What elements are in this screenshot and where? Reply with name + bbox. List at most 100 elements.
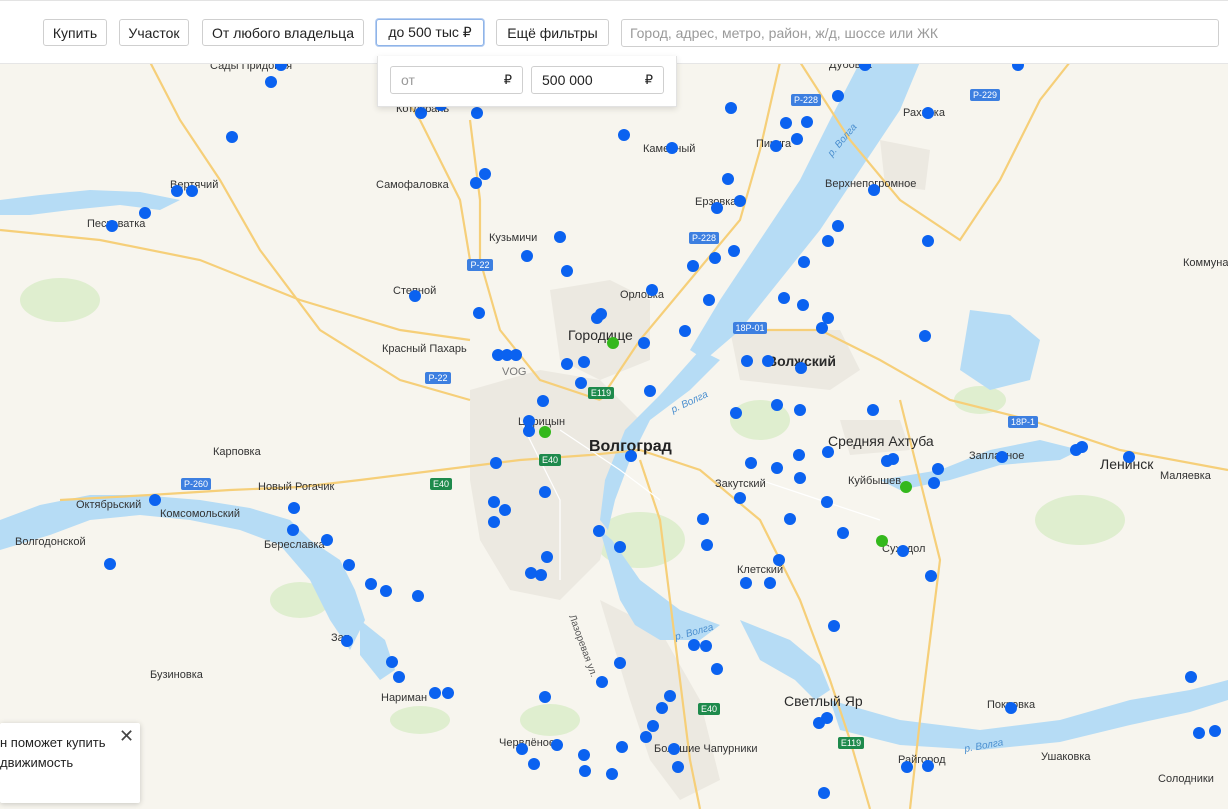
- listing-pin[interactable]: [822, 235, 834, 247]
- listing-pin[interactable]: [488, 496, 500, 508]
- listing-pin[interactable]: [688, 639, 700, 651]
- listing-pin[interactable]: [897, 545, 909, 557]
- listing-pin[interactable]: [728, 245, 740, 257]
- listing-pin[interactable]: [593, 525, 605, 537]
- listing-pin[interactable]: [901, 761, 913, 773]
- listing-pin[interactable]: [818, 787, 830, 799]
- promo-banner[interactable]: н поможет купить движимость ✕: [0, 723, 140, 803]
- listing-pin[interactable]: [725, 102, 737, 114]
- listing-pin[interactable]: [578, 749, 590, 761]
- more-filters-button[interactable]: Ещё фильтры: [496, 19, 609, 46]
- listing-pin[interactable]: [1209, 725, 1221, 737]
- listing-pin[interactable]: [1005, 702, 1017, 714]
- listing-pin[interactable]: [668, 743, 680, 755]
- listing-pin[interactable]: [922, 760, 934, 772]
- listing-pin[interactable]: [697, 513, 709, 525]
- listing-pin[interactable]: [932, 463, 944, 475]
- listing-pin[interactable]: [928, 477, 940, 489]
- listing-pin[interactable]: [741, 355, 753, 367]
- listing-pin[interactable]: [794, 472, 806, 484]
- listing-pin[interactable]: [730, 407, 742, 419]
- listing-pin[interactable]: [386, 656, 398, 668]
- listing-pin[interactable]: [647, 720, 659, 732]
- listing-pin[interactable]: [996, 451, 1008, 463]
- listing-pin[interactable]: [1076, 441, 1088, 453]
- listing-pin[interactable]: [139, 207, 151, 219]
- listing-pin[interactable]: [104, 558, 116, 570]
- listing-pin[interactable]: [711, 663, 723, 675]
- listing-pin[interactable]: [794, 404, 806, 416]
- listing-pin[interactable]: [734, 492, 746, 504]
- listing-pin[interactable]: [701, 539, 713, 551]
- listing-pin[interactable]: [832, 90, 844, 102]
- listing-pin[interactable]: [380, 585, 392, 597]
- listing-pin[interactable]: [321, 534, 333, 546]
- listing-pin[interactable]: [795, 362, 807, 374]
- listing-pin[interactable]: [539, 691, 551, 703]
- listing-pin[interactable]: [816, 322, 828, 334]
- listing-pin[interactable]: [764, 577, 776, 589]
- listing-pin[interactable]: [616, 741, 628, 753]
- listing-pin[interactable]: [1123, 451, 1135, 463]
- listing-pin[interactable]: [887, 453, 899, 465]
- listing-pin[interactable]: [539, 486, 551, 498]
- listing-pin[interactable]: [828, 620, 840, 632]
- listing-pin[interactable]: [578, 356, 590, 368]
- listing-pin[interactable]: [679, 325, 691, 337]
- listing-pin[interactable]: [343, 559, 355, 571]
- listing-pin[interactable]: [770, 140, 782, 152]
- listing-pin[interactable]: [579, 765, 591, 777]
- listing-pin[interactable]: [537, 395, 549, 407]
- listing-pin[interactable]: [554, 231, 566, 243]
- listing-pin[interactable]: [666, 142, 678, 154]
- listing-pin[interactable]: [442, 687, 454, 699]
- listing-pin[interactable]: [226, 131, 238, 143]
- deal-type-button[interactable]: Купить: [43, 19, 107, 46]
- listing-pin[interactable]: [784, 513, 796, 525]
- listing-pin[interactable]: [709, 252, 721, 264]
- listing-pin[interactable]: [470, 177, 482, 189]
- listing-pin[interactable]: [700, 640, 712, 652]
- listing-pin[interactable]: [412, 590, 424, 602]
- listing-pin[interactable]: [591, 312, 603, 324]
- listing-pin[interactable]: [575, 377, 587, 389]
- listing-pin[interactable]: [488, 516, 500, 528]
- listing-pin[interactable]: [780, 117, 792, 129]
- listing-pin[interactable]: [745, 457, 757, 469]
- listing-pin[interactable]: [672, 761, 684, 773]
- listing-pin-highlighted[interactable]: [876, 535, 888, 547]
- listing-pin[interactable]: [868, 184, 880, 196]
- listing-pin[interactable]: [919, 330, 931, 342]
- listing-pin[interactable]: [687, 260, 699, 272]
- listing-pin[interactable]: [429, 687, 441, 699]
- listing-pin[interactable]: [813, 717, 825, 729]
- listing-pin[interactable]: [644, 385, 656, 397]
- listing-pin[interactable]: [521, 250, 533, 262]
- listing-pin[interactable]: [1185, 671, 1197, 683]
- listing-pin[interactable]: [614, 657, 626, 669]
- listing-pin[interactable]: [771, 462, 783, 474]
- listing-pin-highlighted[interactable]: [539, 426, 551, 438]
- listing-pin[interactable]: [510, 349, 522, 361]
- owner-filter-button[interactable]: От любого владельца: [202, 19, 364, 46]
- listing-pin[interactable]: [740, 577, 752, 589]
- listing-pin[interactable]: [415, 107, 427, 119]
- listing-pin[interactable]: [341, 635, 353, 647]
- listing-pin[interactable]: [798, 256, 810, 268]
- listing-pin[interactable]: [791, 133, 803, 145]
- listing-pin[interactable]: [640, 731, 652, 743]
- listing-pin-highlighted[interactable]: [900, 481, 912, 493]
- listing-pin[interactable]: [265, 76, 277, 88]
- map[interactable]: Р-228 Р-229 Р-228 Р-22 Р-22 Р-260 18Р-01…: [0, 62, 1228, 809]
- listing-pin[interactable]: [822, 446, 834, 458]
- listing-pin[interactable]: [832, 220, 844, 232]
- listing-pin[interactable]: [837, 527, 849, 539]
- listing-pin[interactable]: [625, 450, 637, 462]
- listing-pin[interactable]: [535, 569, 547, 581]
- listing-pin[interactable]: [722, 173, 734, 185]
- listing-pin[interactable]: [1193, 727, 1205, 739]
- listing-pin[interactable]: [479, 168, 491, 180]
- listing-pin[interactable]: [821, 496, 833, 508]
- listing-pin[interactable]: [106, 220, 118, 232]
- listing-pin[interactable]: [925, 570, 937, 582]
